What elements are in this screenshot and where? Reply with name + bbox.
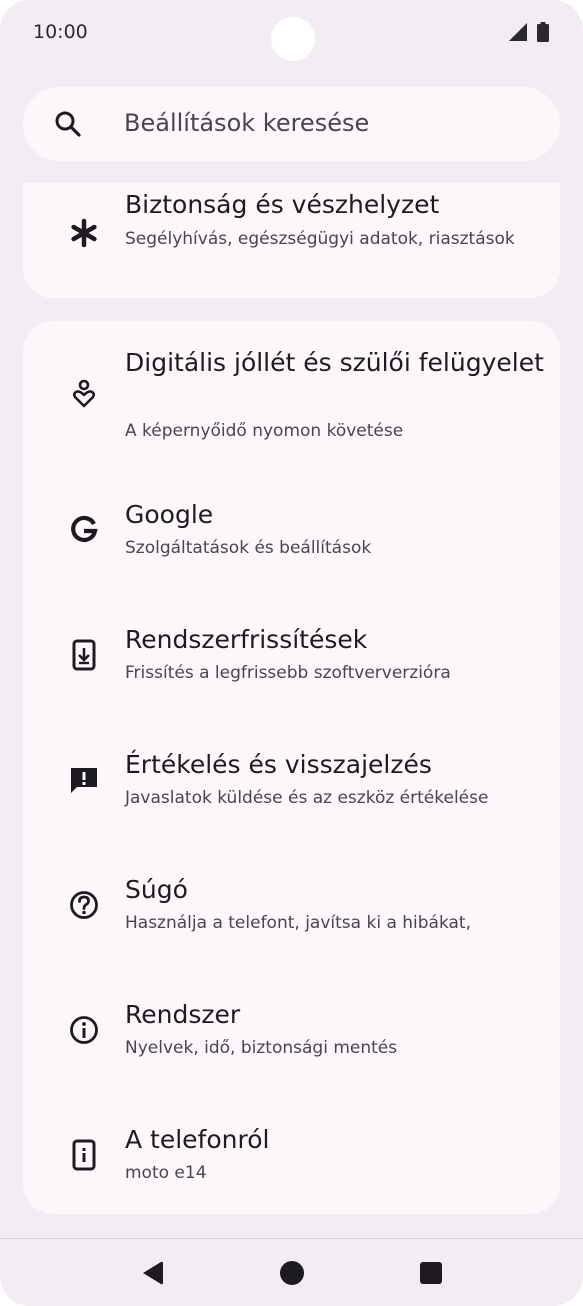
settings-item-google[interactable]: Google Szolgáltatások és beállítások [23,466,560,591]
google-icon [67,513,101,547]
item-title: A telefonról [125,1125,270,1154]
item-title: Google [125,500,214,529]
battery-icon [537,22,549,42]
feedback-icon [67,763,101,797]
item-subtitle: moto e14 [125,1163,207,1183]
search-bar[interactable]: Beállítások keresése [23,87,560,161]
camera-cutout [271,17,315,61]
back-button[interactable] [132,1253,172,1293]
phone-info-icon [67,1138,101,1172]
settings-item-safety[interactable]: Biztonság és vészhelyzet Segélyhívás, eg… [23,183,560,298]
asterisk-icon [67,216,101,250]
item-subtitle: Segélyhívás, egészségügyi adatok, riaszt… [125,229,515,249]
digital-wellbeing-icon [67,377,101,411]
item-subtitle: Szolgáltatások és beállítások [125,538,372,558]
item-title: Értékelés és visszajelzés [125,750,432,779]
settings-item-digital-wellbeing[interactable]: Digitális jóllét és szülői felügyelet A … [23,321,560,466]
settings-item-feedback[interactable]: Értékelés és visszajelzés Javaslatok kül… [23,716,560,841]
settings-item-system-updates[interactable]: Rendszerfrissítések Frissítés a legfriss… [23,591,560,716]
settings-item-help[interactable]: Súgó Használja a telefont, javítsa ki a … [23,841,560,966]
system-update-icon [67,638,101,672]
item-title: Súgó [125,875,188,904]
back-icon [143,1261,163,1285]
settings-card-safety: Biztonság és vészhelyzet Segélyhívás, eg… [23,183,560,298]
item-title: Biztonság és vészhelyzet [125,190,440,219]
item-subtitle: Javaslatok küldése és az eszköz értékelé… [125,788,489,808]
search-icon [55,111,81,137]
settings-card-main: Digitális jóllét és szülői felügyelet A … [23,321,560,1214]
item-title: Rendszer [125,1000,241,1029]
recents-button[interactable] [411,1253,451,1293]
signal-icon [509,23,527,41]
recents-icon [420,1262,442,1284]
settings-item-about-phone[interactable]: A telefonról moto e14 [23,1091,560,1214]
status-time: 10:00 [33,21,88,43]
status-bar: 10:00 [0,0,583,66]
home-button[interactable] [272,1253,312,1293]
item-title: Digitális jóllét és szülői felügyelet [125,348,544,377]
item-subtitle: Frissítés a legfrissebb szoftververzióra [125,663,451,683]
navigation-bar [0,1238,583,1306]
phone-screen: 10:00 Beállítások keresése Biztonság és … [0,0,583,1306]
info-icon [67,1013,101,1047]
settings-item-system[interactable]: Rendszer Nyelvek, idő, biztonsági mentés [23,966,560,1091]
item-subtitle: Használja a telefont, javítsa ki a hibák… [125,913,472,933]
item-subtitle: A képernyőidő nyomon követése [125,421,404,441]
item-title: Rendszerfrissítések [125,625,368,654]
search-placeholder: Beállítások keresése [124,109,370,137]
help-icon [67,888,101,922]
home-icon [280,1261,304,1285]
item-subtitle: Nyelvek, idő, biztonsági mentés [125,1038,398,1058]
